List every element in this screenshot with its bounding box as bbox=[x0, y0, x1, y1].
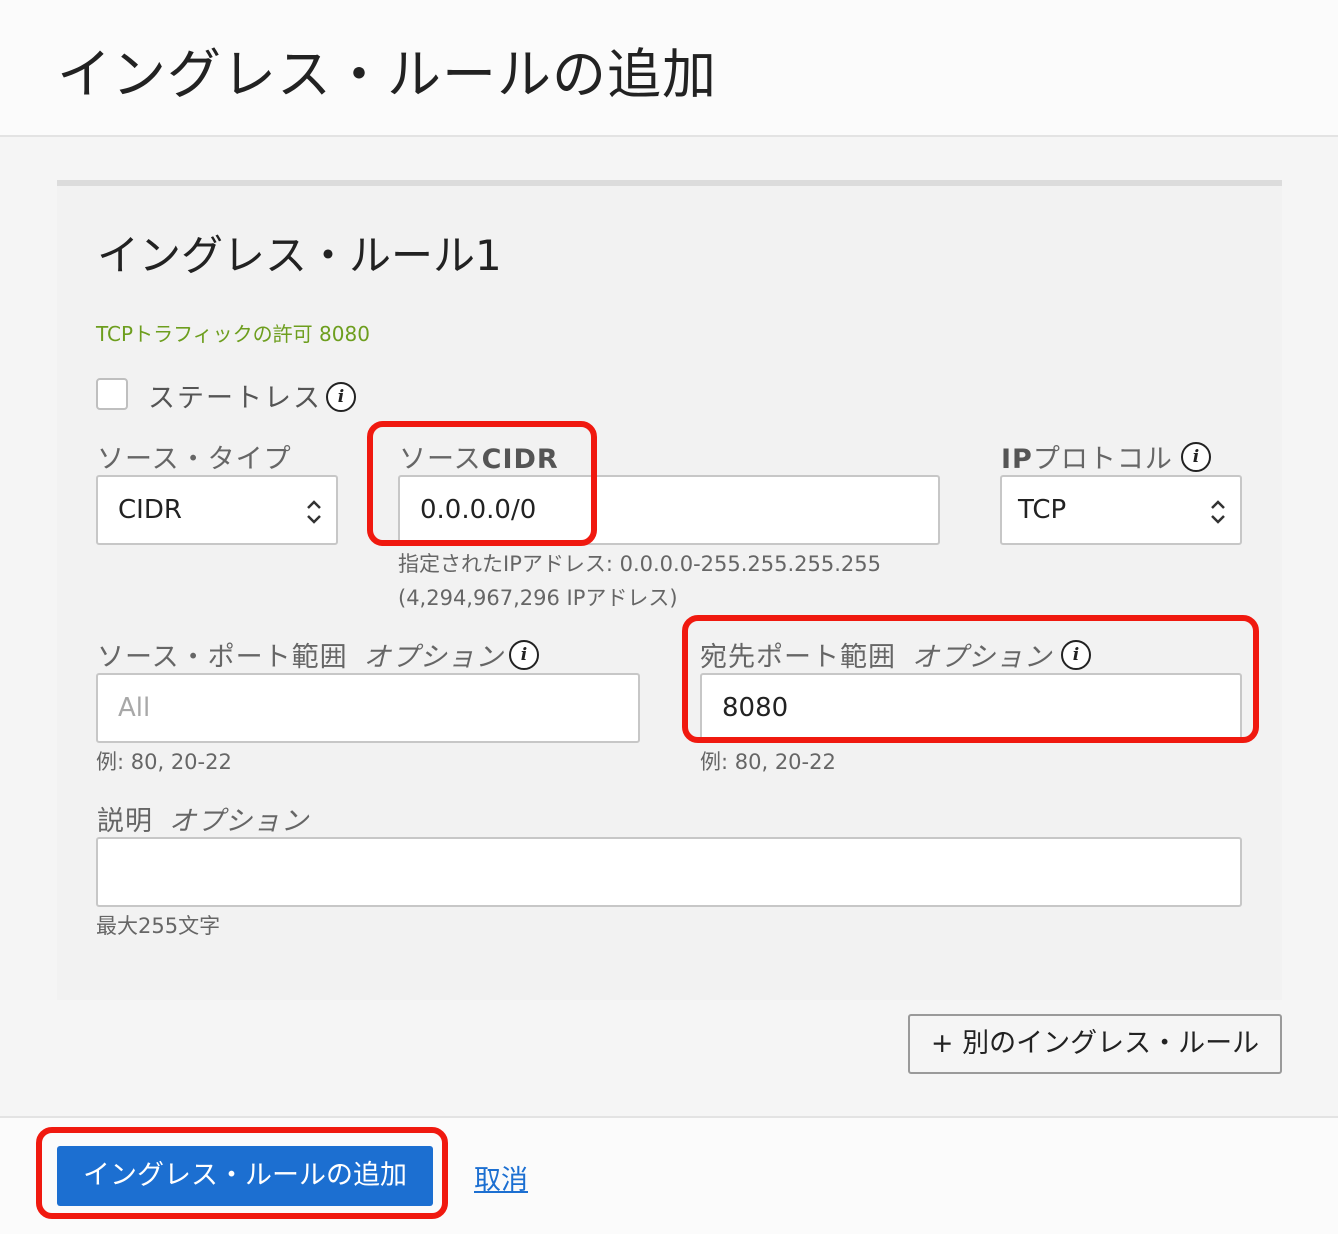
ip-protocol-value: TCP bbox=[1018, 495, 1067, 525]
select-chevron-icon bbox=[307, 500, 321, 524]
source-type-value: CIDR bbox=[118, 495, 182, 525]
stateless-info-icon[interactable]: i bbox=[326, 382, 356, 412]
dest-port-helper: 例: 80, 20-22 bbox=[700, 750, 836, 774]
source-port-input[interactable]: All bbox=[96, 673, 640, 743]
page-header: イングレス・ルールの追加 bbox=[0, 0, 1338, 137]
description-helper: 最大255文字 bbox=[96, 914, 221, 938]
highlight-source-cidr bbox=[367, 421, 597, 546]
rule-title: イングレス・ルール1 bbox=[97, 231, 502, 280]
source-cidr-helper-2: (4,294,967,296 IPアドレス) bbox=[398, 586, 678, 610]
source-type-select[interactable]: CIDR bbox=[96, 475, 338, 545]
rule-summary-hint: TCPトラフィックの許可 8080 bbox=[96, 322, 370, 346]
ip-protocol-select[interactable]: TCP bbox=[1000, 475, 1242, 545]
add-another-rule-button[interactable]: + 別のイングレス・ルール bbox=[908, 1014, 1282, 1074]
source-port-placeholder: All bbox=[118, 693, 151, 723]
highlight-dest-port bbox=[682, 615, 1259, 743]
description-input[interactable] bbox=[96, 837, 1242, 907]
highlight-submit-button bbox=[36, 1127, 448, 1219]
select-chevron-icon bbox=[1211, 500, 1225, 524]
stateless-label: ステートレス bbox=[148, 383, 322, 414]
source-port-helper: 例: 80, 20-22 bbox=[96, 750, 232, 774]
source-cidr-helper-1: 指定されたIPアドレス: 0.0.0.0-255.255.255.255 bbox=[398, 552, 882, 576]
description-label: 説明 オプション bbox=[97, 806, 309, 837]
ip-protocol-info-icon[interactable]: i bbox=[1181, 442, 1211, 472]
cancel-link[interactable]: 取消 bbox=[474, 1158, 528, 1197]
source-port-label: ソース・ポート範囲 オプション bbox=[97, 642, 504, 673]
source-type-label: ソース・タイプ bbox=[97, 444, 292, 475]
stateless-checkbox[interactable] bbox=[96, 378, 128, 410]
ip-protocol-label: IPプロトコル bbox=[1001, 444, 1173, 475]
source-port-info-icon[interactable]: i bbox=[509, 640, 539, 670]
page-title: イングレス・ルールの追加 bbox=[57, 43, 717, 106]
